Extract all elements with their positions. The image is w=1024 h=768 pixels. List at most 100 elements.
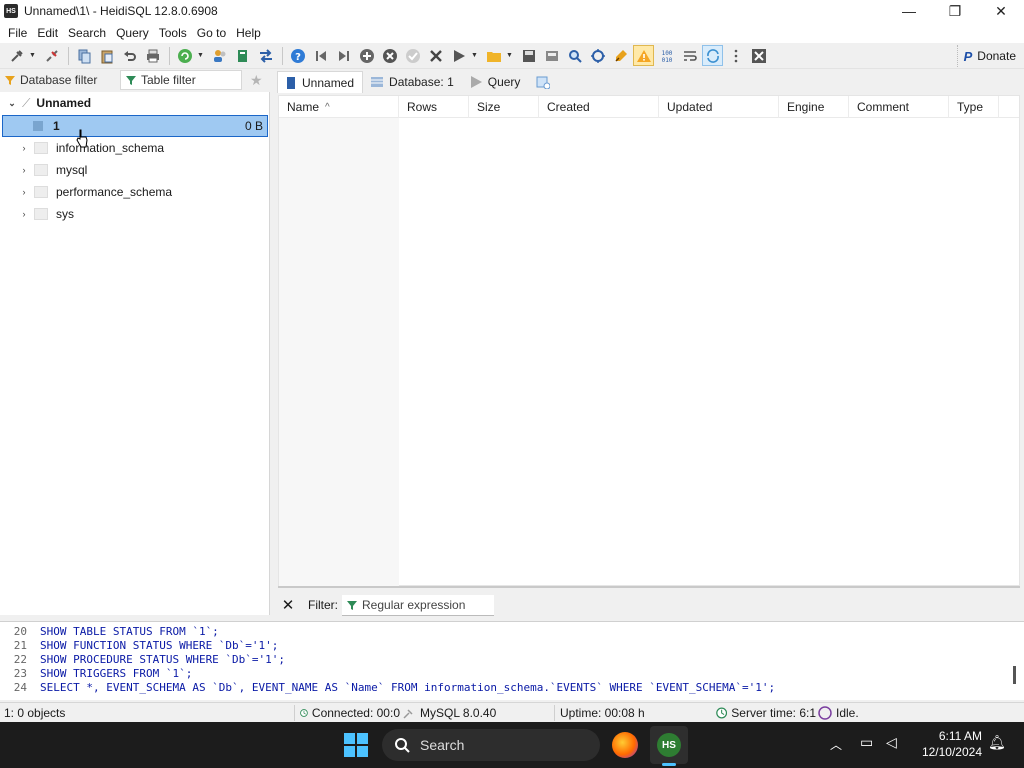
network-icon[interactable]: ▭ [860,734,873,751]
windows-start-icon[interactable] [344,733,368,757]
main-toolbar: ▼ ▼ ? ▼ ▼ 100 010 P Donate [0,43,1024,69]
database-filter-tab[interactable]: Database filter [0,70,120,90]
collapse-chevron-icon[interactable]: ⌄ [6,98,18,109]
execute-query-icon[interactable] [448,45,469,66]
filter-input[interactable]: Regular expression [342,594,494,616]
delete-record-icon[interactable] [379,45,400,66]
tree-item-label: performance_schema [56,185,173,199]
first-record-icon[interactable] [310,45,331,66]
expand-chevron-icon[interactable]: › [18,187,30,197]
close-button[interactable]: ✕ [978,0,1024,22]
new-query-tab-button[interactable] [528,71,558,93]
find-icon[interactable] [564,45,585,66]
tab-database[interactable]: Database: 1 [363,71,462,93]
column-header-engine[interactable]: Engine [779,96,849,118]
refresh-dropdown-icon[interactable]: ▼ [197,52,205,59]
save-snippet-icon[interactable] [541,45,562,66]
export-icon[interactable] [232,45,253,66]
more-options-icon[interactable] [725,45,746,66]
notification-bell-icon[interactable]: 🔔︎ [988,734,1006,751]
tree-root-session[interactable]: ⌄ ⟋ Unnamed [0,92,270,114]
tree-item-performance-schema[interactable]: › performance_schema [0,181,270,203]
transfer-icon[interactable] [255,45,276,66]
menu-edit[interactable]: Edit [33,26,62,40]
connected-text: Connected: 00:0 [311,706,400,720]
cancel-record-icon[interactable] [425,45,446,66]
tree-item-database-1[interactable]: 1 0 B [2,115,268,137]
refresh-icon[interactable] [174,45,195,66]
filter-icon [126,76,136,85]
log-scrollbar-thumb[interactable] [1013,666,1016,684]
expand-chevron-icon[interactable]: › [18,209,30,219]
window-title: Unnamed\1\ - HeidiSQL 12.8.0.6908 [24,4,218,18]
tab-query[interactable]: Query [462,71,529,93]
column-header-type[interactable]: Type [949,96,999,118]
undo-icon[interactable] [119,45,140,66]
minimize-button[interactable]: — [886,0,932,22]
binary-icon[interactable]: 100 010 [656,45,677,66]
tree-item-sys[interactable]: › sys [0,203,270,225]
open-file-dropdown-icon[interactable]: ▼ [506,52,514,59]
table-list-grid[interactable]: Name ^ Rows Size Created Updated Engine … [278,95,1020,586]
volume-icon[interactable]: ◁ [886,734,897,751]
column-header-comment[interactable]: Comment [849,96,949,118]
database-tab-icon [371,77,384,87]
menu-tools[interactable]: Tools [155,26,191,40]
print-icon[interactable] [142,45,163,66]
user-manager-icon[interactable] [209,45,230,66]
column-header-updated[interactable]: Updated [659,96,779,118]
menu-help[interactable]: Help [232,26,265,40]
column-header-rows[interactable]: Rows [399,96,469,118]
firefox-icon[interactable] [612,732,638,758]
reformat-sql-icon[interactable] [610,45,631,66]
star-icon[interactable]: ★ [250,72,263,89]
taskbar-clock[interactable]: 6:11 AM 12/10/2024 [912,728,982,760]
find-replace-icon[interactable] [587,45,608,66]
heidisql-taskbar-button[interactable]: HS [650,726,688,764]
word-wrap-icon[interactable] [679,45,700,66]
copy-icon[interactable] [73,45,94,66]
sql-log[interactable]: 20 SHOW TABLE STATUS FROM `1`; 21 SHOW F… [0,621,1024,700]
column-header-created[interactable]: Created [539,96,659,118]
pane-splitter[interactable] [278,586,1020,588]
table-filter-input[interactable]: Table filter [120,70,242,90]
maximize-button[interactable]: ❐ [932,0,978,22]
tab-host[interactable]: Unnamed [277,71,364,93]
menu-search[interactable]: Search [64,26,110,40]
server-icon [287,76,295,89]
open-file-icon[interactable] [483,45,504,66]
post-record-icon[interactable] [402,45,423,66]
execute-dropdown-icon[interactable]: ▼ [471,52,479,59]
sql-statement: SELECT *, EVENT_SCHEMA AS `Db`, EVENT_NA… [40,680,776,694]
insert-record-icon[interactable] [356,45,377,66]
heidisql-app-icon[interactable]: HS [4,4,18,18]
warning-icon[interactable] [633,45,654,66]
disconnect-icon[interactable] [41,45,62,66]
auto-refresh-icon[interactable] [702,45,723,66]
expand-chevron-icon[interactable]: › [18,143,30,153]
connect-icon[interactable] [6,45,27,66]
save-icon[interactable] [518,45,539,66]
database-icon [33,121,43,131]
heidisql-icon: HS [657,733,681,757]
connect-dropdown-icon[interactable]: ▼ [29,52,37,59]
menu-query[interactable]: Query [112,26,153,40]
show-hidden-icons-chevron-icon[interactable]: ︿ [830,736,842,753]
help-icon[interactable]: ? [287,45,308,66]
column-header-size[interactable]: Size [469,96,539,118]
donate-button[interactable]: P Donate [956,45,1022,67]
tree-item-information-schema[interactable]: › information_schema [0,137,270,159]
menu-file[interactable]: File [4,26,31,40]
menu-bar: File Edit Search Query Tools Go to Help [0,22,1024,43]
paste-icon[interactable] [96,45,117,66]
tree-item-mysql[interactable]: › mysql [0,159,270,181]
taskbar-search-box[interactable]: Search [382,729,600,761]
column-header-name[interactable]: Name ^ [279,96,399,118]
expand-chevron-icon[interactable]: › [18,165,30,175]
menu-goto[interactable]: Go to [193,26,230,40]
close-filter-icon[interactable]: ✕ [278,596,298,614]
last-record-icon[interactable] [333,45,354,66]
close-tab-icon[interactable] [748,45,769,66]
filter-label: Filter: [308,598,338,612]
sort-ascending-icon: ^ [325,101,330,113]
